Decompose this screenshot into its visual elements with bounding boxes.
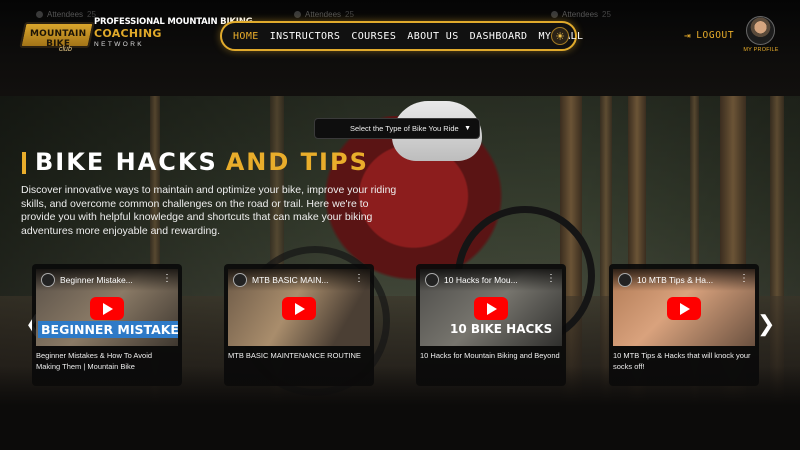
attendees-label: Attendees: [305, 10, 342, 19]
hero-section: Select the Type of Bike You Ride ▼ BIKE …: [0, 96, 800, 406]
video-thumb-title: 10 MTB Tips & Ha...: [637, 275, 714, 285]
video-thumbnail[interactable]: MTB BASIC MAIN... ⋮: [228, 269, 370, 346]
channel-icon: [425, 273, 439, 287]
video-thumbnail[interactable]: 10 MTB Tips & Ha... ⋮: [613, 269, 755, 346]
play-button-icon[interactable]: [282, 297, 316, 320]
nav-instructors[interactable]: INSTRUCTORS: [270, 31, 341, 42]
channel-icon: [618, 273, 632, 287]
page-title-gold: AND TIPS: [225, 148, 369, 176]
more-options-icon[interactable]: ⋮: [354, 273, 364, 284]
logo-line-2: COACHING: [94, 27, 162, 40]
site-logo[interactable]: MOUNTAIN BIKE club PROFESSIONAL MOUNTAIN…: [19, 16, 253, 54]
attendees-counter: Attendees 25: [294, 10, 354, 19]
attendees-icon: [551, 11, 558, 18]
nav-about-us[interactable]: ABOUT US: [407, 31, 458, 42]
carousel-next-icon[interactable]: ❯: [757, 313, 775, 335]
bike-type-select-label: Select the Type of Bike You Ride: [350, 124, 459, 133]
site-header: Attendees 25 Attendees 25 Attendees 25 M…: [0, 0, 800, 96]
logout-icon: ⇥: [684, 29, 692, 42]
video-caption: 10 Hacks for Mountain Biking and Beyond: [420, 351, 560, 360]
attendees-count: 25: [602, 10, 611, 19]
attendees-count: 25: [345, 10, 354, 19]
bike-type-select[interactable]: Select the Type of Bike You Ride ▼: [314, 118, 480, 139]
channel-icon: [41, 273, 55, 287]
more-options-icon[interactable]: ⋮: [546, 273, 556, 284]
main-nav: HOME INSTRUCTORS COURSES ABOUT US DASHBO…: [220, 21, 583, 51]
avatar[interactable]: [746, 16, 775, 45]
more-options-icon[interactable]: ⋮: [162, 273, 172, 284]
video-thumb-title: 10 Hacks for Mou...: [444, 275, 518, 285]
play-button-icon[interactable]: [474, 297, 508, 320]
video-caption: MTB BASIC MAINTENANCE ROUTINE: [228, 351, 361, 360]
video-thumbnail[interactable]: BEGINNER MISTAKES Beginner Mistake... ⋮: [36, 269, 178, 346]
sun-icon[interactable]: ☀: [551, 27, 569, 45]
video-thumb-title: Beginner Mistake...: [60, 275, 133, 285]
thumbnail-overlay-text: BEGINNER MISTAKES: [38, 321, 178, 338]
video-thumb-title: MTB BASIC MAIN...: [252, 275, 329, 285]
play-button-icon[interactable]: [667, 297, 701, 320]
video-thumbnail[interactable]: 10 BIKE HACKS 10 Hacks for Mou... ⋮: [420, 269, 562, 346]
thumbnail-overlay-text: 10 BIKE HACKS: [450, 322, 553, 336]
title-accent-bar: [22, 152, 26, 174]
logout-label: LOGOUT: [696, 30, 735, 41]
hero-description: Discover innovative ways to maintain and…: [21, 184, 397, 237]
nav-courses[interactable]: COURSES: [351, 31, 396, 42]
attendees-icon: [294, 11, 301, 18]
logout-button[interactable]: ⇥ LOGOUT: [684, 29, 734, 42]
page-title-white: BIKE HACKS: [35, 148, 218, 176]
nav-home[interactable]: HOME: [233, 31, 259, 42]
channel-icon: [233, 273, 247, 287]
caret-down-icon: ▼: [464, 125, 471, 132]
logo-badge: MOUNTAIN BIKE: [19, 22, 95, 49]
logo-line-3: NETWORK: [94, 41, 145, 48]
logo-club-text: club: [59, 46, 72, 53]
attendees-counter: Attendees 25: [551, 10, 611, 19]
more-options-icon[interactable]: ⋮: [739, 273, 749, 284]
play-button-icon[interactable]: [90, 297, 124, 320]
page-title: BIKE HACKS AND TIPS: [35, 148, 369, 176]
nav-dashboard[interactable]: DASHBOARD: [470, 31, 528, 42]
my-profile-link[interactable]: MY PROFILE: [741, 47, 781, 53]
attendees-label: Attendees: [562, 10, 599, 19]
